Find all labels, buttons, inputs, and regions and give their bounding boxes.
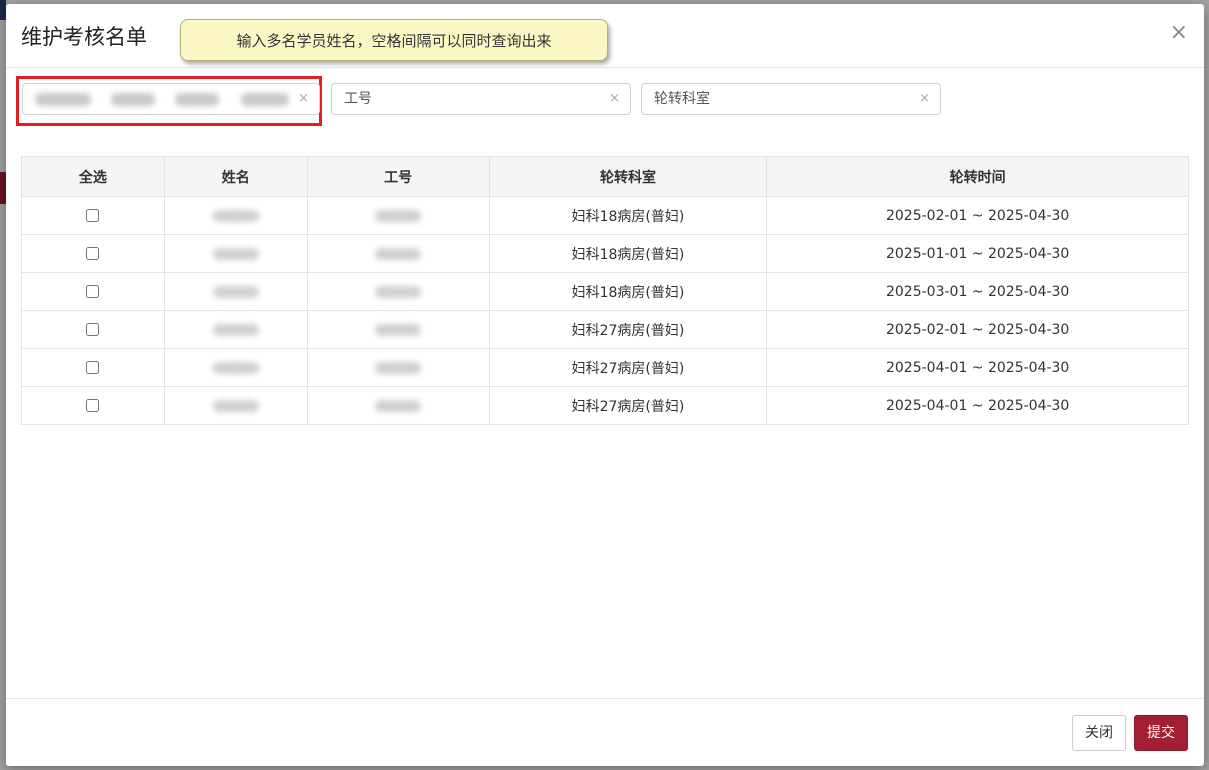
redacted-name [35, 93, 91, 106]
redacted-name [212, 209, 259, 222]
clear-icon[interactable]: × [298, 84, 309, 114]
hint-tooltip: 输入多名学员姓名，空格间隔可以同时查询出来 [180, 19, 608, 61]
row-select-cell [21, 272, 165, 311]
staff-id-cell [306, 348, 490, 387]
dialog-title: 维护考核名单 [21, 25, 147, 49]
redacted-name [212, 323, 259, 336]
rotation-period-cell: 2025-03-01 ~ 2025-04-30 [766, 272, 1189, 311]
redacted-staff-id [375, 209, 422, 222]
staff-id-cell [306, 310, 490, 349]
student-table: 全选 姓名 工号 轮转科室 轮转时间 妇科18病房(普妇) 2025-02-01… [21, 156, 1189, 425]
table-row[interactable]: 妇科27病房(普妇) 2025-04-01 ~ 2025-04-30 [21, 386, 1189, 425]
rotation-dept-header: 轮转科室 [488, 156, 768, 197]
name-cell [163, 386, 308, 425]
rotation-dept-input[interactable]: 轮转科室 × [641, 83, 941, 115]
row-checkbox[interactable] [86, 247, 100, 260]
redacted-name [212, 247, 259, 260]
close-icon[interactable]: × [1170, 22, 1188, 44]
row-checkbox[interactable] [86, 323, 100, 336]
row-checkbox[interactable] [86, 209, 100, 222]
row-select-cell [21, 310, 165, 349]
staff-id-input[interactable]: 工号 × [331, 83, 631, 115]
table-row[interactable]: 妇科18病房(普妇) 2025-02-01 ~ 2025-04-30 [21, 196, 1189, 235]
row-checkbox[interactable] [86, 361, 100, 374]
name-cell [163, 310, 308, 349]
redacted-name [212, 399, 259, 412]
rotation-dept-cell: 妇科27病房(普妇) [488, 348, 768, 387]
row-select-cell [21, 386, 165, 425]
row-checkbox[interactable] [86, 399, 100, 412]
clear-icon[interactable]: × [919, 84, 930, 114]
staff-id-header: 工号 [306, 156, 490, 197]
name-cell [163, 348, 308, 387]
name-header: 姓名 [163, 156, 308, 197]
rotation-dept-cell: 妇科27病房(普妇) [488, 310, 768, 349]
table-row[interactable]: 妇科27病房(普妇) 2025-02-01 ~ 2025-04-30 [21, 310, 1189, 349]
staff-id-cell [306, 386, 490, 425]
redacted-name [212, 361, 259, 374]
name-cell [163, 272, 308, 311]
rotation-period-cell: 2025-04-01 ~ 2025-04-30 [766, 348, 1189, 387]
redacted-name [111, 93, 155, 106]
row-select-cell [21, 348, 165, 387]
clear-icon[interactable]: × [609, 84, 620, 114]
staff-id-cell [306, 196, 490, 235]
rotation-period-cell: 2025-04-01 ~ 2025-04-30 [766, 386, 1189, 425]
row-select-cell [21, 234, 165, 273]
row-checkbox[interactable] [86, 285, 100, 298]
dialog-footer: 关闭 提交 [6, 698, 1204, 767]
redacted-name [175, 93, 219, 106]
table-row[interactable]: 妇科18病房(普妇) 2025-03-01 ~ 2025-04-30 [21, 272, 1189, 311]
table-row[interactable]: 妇科27病房(普妇) 2025-04-01 ~ 2025-04-30 [21, 348, 1189, 387]
rotation-period-cell: 2025-01-01 ~ 2025-04-30 [766, 234, 1189, 273]
rotation-dept-cell: 妇科18病房(普妇) [488, 272, 768, 311]
row-select-cell [21, 196, 165, 235]
close-button[interactable]: 关闭 [1072, 715, 1126, 751]
redacted-staff-id [375, 285, 422, 298]
name-search-input[interactable]: × [22, 83, 320, 115]
maintain-exam-list-dialog: 维护考核名单 × 输入多名学员姓名，空格间隔可以同时查询出来 × 工号 × 轮转… [6, 4, 1204, 766]
table-header-row: 全选 姓名 工号 轮转科室 轮转时间 [21, 156, 1189, 197]
name-cell [163, 234, 308, 273]
rotation-period-cell: 2025-02-01 ~ 2025-04-30 [766, 310, 1189, 349]
rotation-period-header: 轮转时间 [766, 156, 1189, 197]
rotation-dept-cell: 妇科18病房(普妇) [488, 196, 768, 235]
rotation-period-cell: 2025-02-01 ~ 2025-04-30 [766, 196, 1189, 235]
rotation-dept-cell: 妇科27病房(普妇) [488, 386, 768, 425]
rotation-dept-cell: 妇科18病房(普妇) [488, 234, 768, 273]
staff-id-cell [306, 272, 490, 311]
redacted-staff-id [375, 323, 422, 336]
redacted-staff-id [375, 361, 422, 374]
staff-id-placeholder: 工号 [344, 91, 372, 107]
redacted-staff-id [375, 399, 422, 412]
redacted-name [241, 93, 289, 106]
staff-id-cell [306, 234, 490, 273]
select-all-header[interactable]: 全选 [21, 156, 165, 197]
submit-button[interactable]: 提交 [1134, 715, 1188, 751]
redacted-staff-id [375, 247, 422, 260]
rotation-dept-placeholder: 轮转科室 [654, 91, 710, 107]
redacted-name [212, 285, 259, 298]
name-cell [163, 196, 308, 235]
table-row[interactable]: 妇科18病房(普妇) 2025-01-01 ~ 2025-04-30 [21, 234, 1189, 273]
